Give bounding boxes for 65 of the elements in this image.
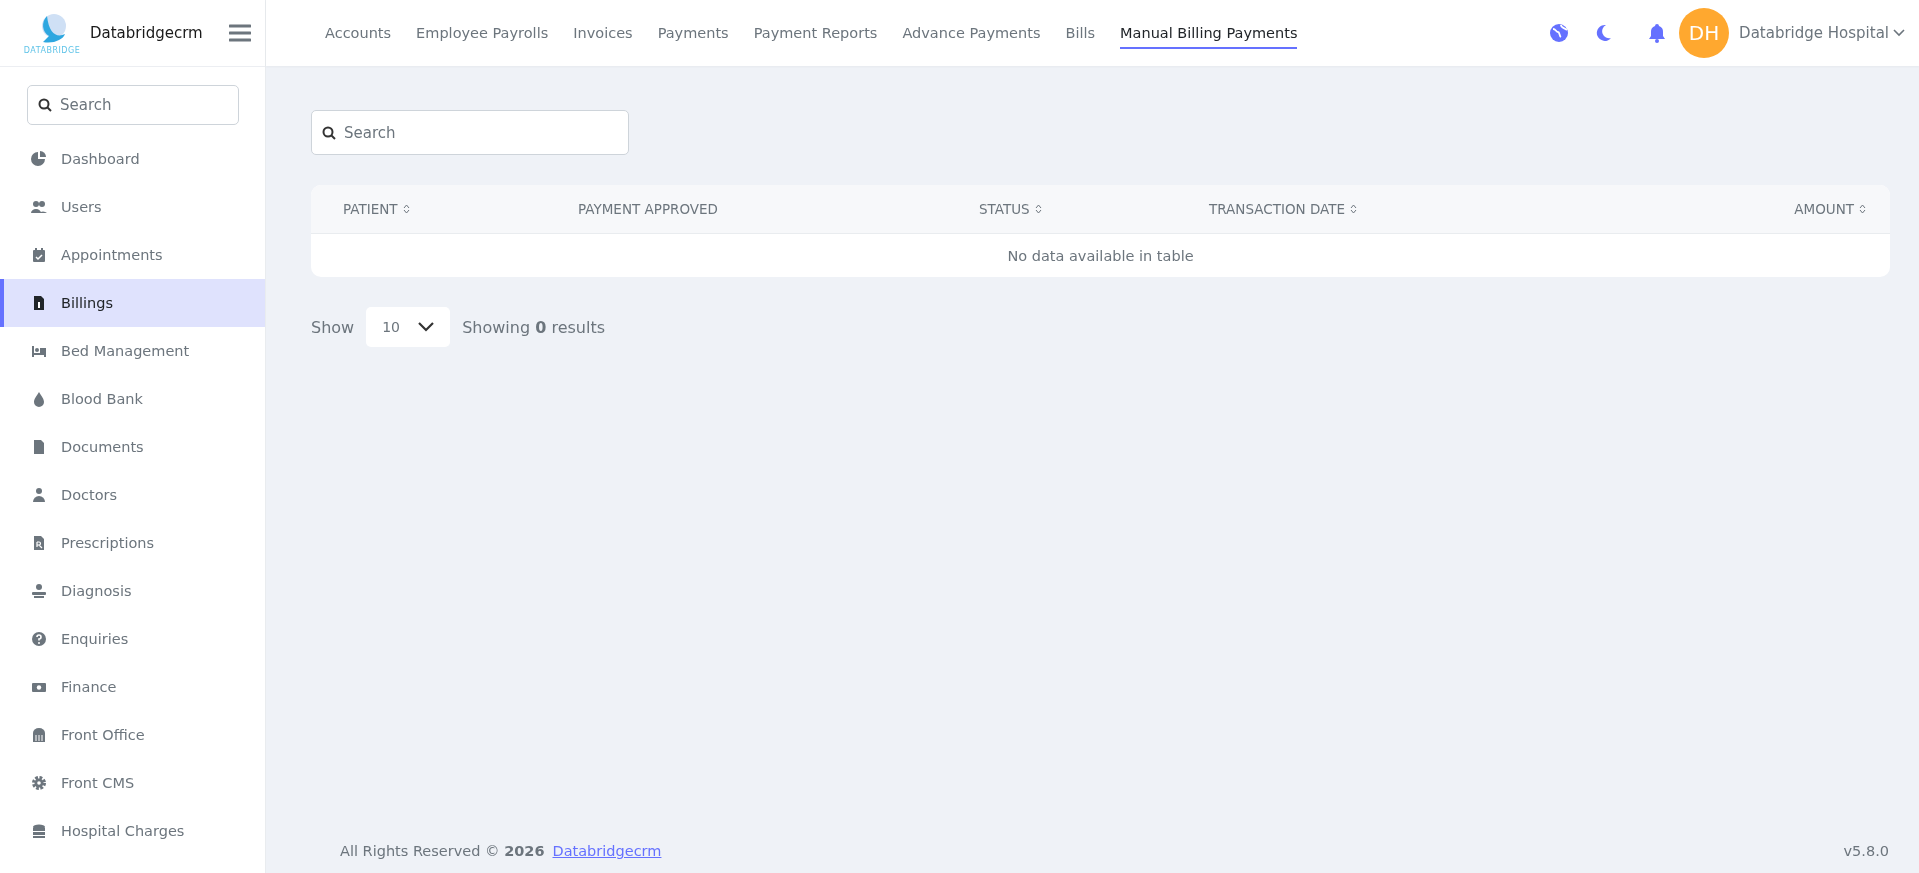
- sidebar-item[interactable]: Finance: [0, 663, 265, 711]
- sidebar-item[interactable]: Appointments: [0, 231, 265, 279]
- prescription-icon: [31, 535, 47, 551]
- sidebar-item[interactable]: Bed Management: [0, 327, 265, 375]
- nav-tab[interactable]: Employee Payrolls: [416, 17, 549, 49]
- nav-tab[interactable]: Manual Billing Payments: [1120, 17, 1298, 49]
- person-icon: [31, 487, 47, 503]
- nav-tab[interactable]: Payments: [657, 17, 729, 49]
- chevron-down-icon: [1893, 29, 1905, 37]
- column-header[interactable]: PATIENT: [343, 201, 398, 217]
- sidebar-item[interactable]: Diagnosis: [0, 567, 265, 615]
- sidebar-item[interactable]: Hospital Charges: [0, 807, 265, 855]
- sidebar-item[interactable]: Front Office: [0, 711, 265, 759]
- building-icon: [31, 727, 47, 743]
- sort-icon[interactable]: [1859, 204, 1866, 214]
- bell-icon[interactable]: [1647, 23, 1668, 43]
- column-header[interactable]: AMOUNT: [1794, 201, 1854, 217]
- copyright-text: All Rights Reserved © 2026: [340, 843, 545, 859]
- bed-icon: [31, 343, 47, 359]
- users-icon: [31, 199, 47, 215]
- nav-tab[interactable]: Invoices: [573, 17, 633, 49]
- search-icon: [322, 125, 336, 140]
- search-field[interactable]: Search: [311, 110, 629, 155]
- sidebar-item[interactable]: Prescriptions: [0, 519, 265, 567]
- version-text: v5.8.0: [1843, 843, 1889, 859]
- person-icon: [31, 583, 47, 599]
- nav-tab[interactable]: Payment Reports: [753, 17, 878, 49]
- sidebar-item[interactable]: Enquiries: [0, 615, 265, 663]
- footer-link[interactable]: Databridgecrm: [552, 843, 1844, 859]
- coins-icon: [31, 823, 47, 839]
- drop-icon: [31, 391, 47, 407]
- calendar-icon: [31, 247, 47, 263]
- globe-icon[interactable]: [1549, 23, 1570, 43]
- sort-icon[interactable]: [1034, 204, 1042, 214]
- column-header[interactable]: STATUS: [979, 201, 1030, 217]
- brand-name: Databridgecrm: [90, 24, 204, 42]
- menu-icon[interactable]: [229, 24, 251, 42]
- sidebar-item[interactable]: Front CMS: [0, 759, 265, 807]
- column-header[interactable]: PAYMENT APPROVED: [578, 201, 718, 217]
- page-size-select[interactable]: 10: [366, 307, 451, 347]
- sidebar-item[interactable]: Documents: [0, 423, 265, 471]
- logo-caption: DATABRIDGE: [23, 45, 81, 55]
- nav-tab[interactable]: Accounts: [325, 17, 392, 49]
- gear-icon: [31, 775, 47, 791]
- sidebar-item[interactable]: Billings: [0, 279, 265, 327]
- search-field[interactable]: Search: [27, 85, 239, 125]
- nav-tab[interactable]: Bills: [1065, 17, 1096, 49]
- sort-icon[interactable]: [402, 204, 410, 214]
- document-icon: [31, 295, 47, 311]
- sidebar-item[interactable]: Users: [0, 183, 265, 231]
- show-label: Show: [311, 317, 355, 337]
- nav-tab[interactable]: Advance Payments: [902, 17, 1041, 49]
- empty-message: No data available in table: [1006, 246, 1195, 266]
- pie-chart-icon: [31, 151, 47, 167]
- column-header[interactable]: TRANSACTION DATE: [1209, 201, 1346, 217]
- file-icon: [31, 439, 47, 455]
- user-menu[interactable]: Databridge Hospital: [1739, 24, 1905, 42]
- sidebar-item[interactable]: Doctors: [0, 471, 265, 519]
- question-icon: [31, 631, 47, 647]
- search-icon: [38, 98, 52, 112]
- results-summary: Showing 0 results: [462, 317, 605, 337]
- chevron-down-icon: [418, 322, 435, 332]
- sidebar-item[interactable]: Blood Bank: [0, 375, 265, 423]
- sidebar-item[interactable]: Dashboard: [0, 135, 265, 183]
- sort-icon[interactable]: [1350, 204, 1358, 214]
